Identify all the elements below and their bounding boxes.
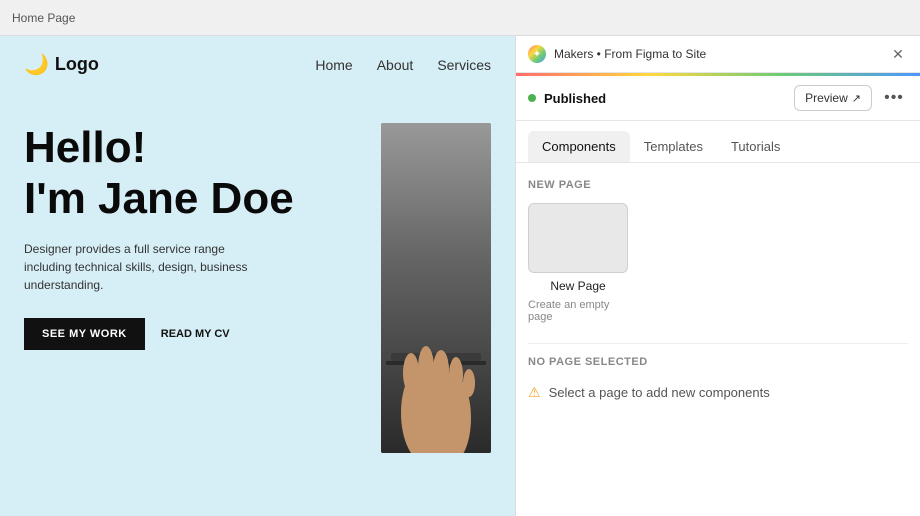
section-divider (528, 343, 908, 344)
new-page-label: New Page (550, 279, 605, 293)
main-layout: 🌙 Logo Home About Services Hello! I'm Ja… (0, 36, 920, 516)
nav-services[interactable]: Services (437, 57, 491, 73)
hero-text: Hello! I'm Jane Doe Designer provides a … (24, 123, 381, 350)
warning-icon: ⚠ (528, 384, 541, 401)
published-status-dot (528, 94, 536, 102)
preview-external-icon: ↗ (852, 92, 861, 105)
nav-home[interactable]: Home (315, 57, 352, 73)
hero-title: Hello! I'm Jane Doe (24, 123, 361, 224)
site-nav-links: Home About Services (315, 57, 491, 73)
top-bar: Home Page (0, 0, 920, 36)
no-page-label: NO PAGE SELECTED (528, 356, 908, 368)
hero-section: Hello! I'm Jane Doe Designer provides a … (0, 93, 515, 453)
hero-title-line2: I'm Jane Doe (24, 174, 361, 225)
panel-tabs: Components Templates Tutorials (516, 121, 920, 163)
read-my-cv-button[interactable]: READ MY CV (161, 328, 230, 340)
page-thumbnail (528, 203, 628, 273)
right-panel: ✦ Makers • From Figma to Site ✕ Publishe… (515, 36, 920, 516)
preview-button-label: Preview (805, 91, 848, 105)
site-nav: 🌙 Logo Home About Services (0, 36, 515, 93)
nav-about[interactable]: About (377, 57, 414, 73)
hero-buttons: SEE MY WORK READ MY CV (24, 318, 361, 350)
page-label: Home Page (12, 11, 75, 25)
published-status-text: Published (544, 91, 786, 106)
new-page-section-label: NEW PAGE (528, 179, 908, 191)
logo-icon: 🌙 (24, 52, 49, 77)
hero-description: Designer provides a full service range i… (24, 240, 264, 294)
logo-text: Logo (55, 54, 99, 75)
status-bar: Published Preview ↗ ••• (516, 76, 920, 121)
no-page-message: ⚠ Select a page to add new components (528, 384, 908, 401)
hero-image-placeholder (381, 123, 491, 453)
see-my-work-button[interactable]: SEE MY WORK (24, 318, 145, 350)
panel-header: ✦ Makers • From Figma to Site ✕ (516, 36, 920, 73)
tab-templates[interactable]: Templates (630, 131, 717, 162)
new-page-sublabel: Create an empty page (528, 299, 628, 323)
hero-image (381, 123, 491, 453)
no-page-message-text: Select a page to add new components (549, 385, 770, 400)
new-page-card[interactable]: New Page Create an empty page (528, 203, 628, 323)
panel-favicon: ✦ (528, 45, 546, 63)
more-options-button[interactable]: ••• (880, 84, 908, 112)
panel-title: Makers • From Figma to Site (554, 47, 880, 61)
favicon-icon: ✦ (533, 49, 541, 60)
site-logo: 🌙 Logo (24, 52, 99, 77)
panel-content: NEW PAGE New Page Create an empty page N… (516, 163, 920, 516)
tab-components[interactable]: Components (528, 131, 630, 162)
close-button[interactable]: ✕ (888, 44, 908, 64)
no-page-section: NO PAGE SELECTED ⚠ Select a page to add … (528, 356, 908, 401)
website-preview: 🌙 Logo Home About Services Hello! I'm Ja… (0, 36, 515, 516)
preview-button[interactable]: Preview ↗ (794, 85, 872, 111)
hero-title-line1: Hello! (24, 123, 361, 174)
tab-tutorials[interactable]: Tutorials (717, 131, 794, 162)
